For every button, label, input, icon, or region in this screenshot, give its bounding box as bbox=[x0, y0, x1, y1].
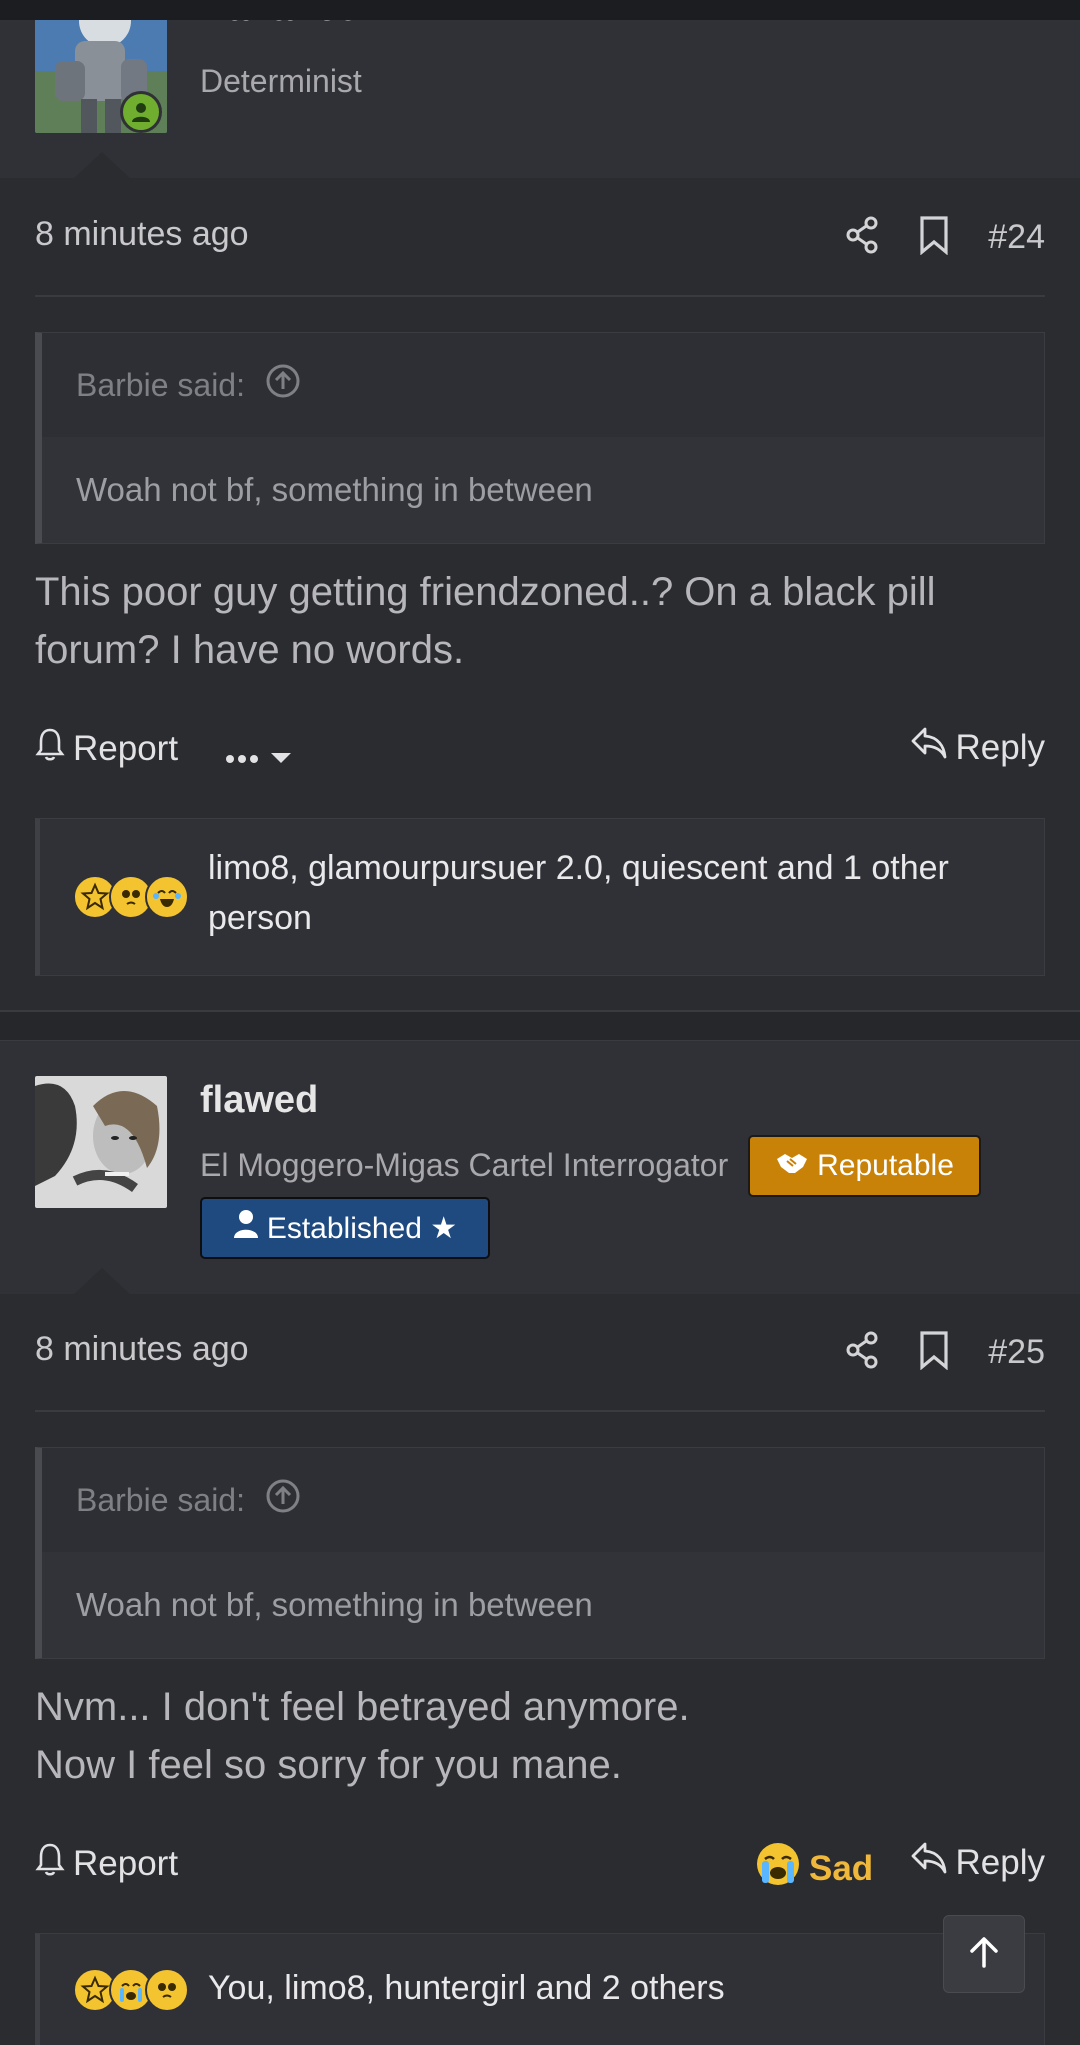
post-24-body: This poor guy getting friendzoned..? On … bbox=[35, 563, 1045, 679]
post-24-quote: Barbie said: Woah not bf, something in b… bbox=[35, 332, 1045, 544]
crying-face-icon bbox=[755, 1841, 801, 1896]
established-badge-label: Established ★ bbox=[266, 1211, 458, 1245]
reply-label: Reply bbox=[955, 1842, 1045, 1882]
post-date[interactable]: 8 minutes ago bbox=[35, 1330, 249, 1369]
bell-icon bbox=[35, 1841, 65, 1886]
share-icon[interactable] bbox=[844, 215, 880, 260]
divider bbox=[35, 1410, 1045, 1412]
report-label: Report bbox=[73, 1843, 179, 1883]
bell-icon bbox=[35, 726, 65, 771]
pleading-face-emoji-icon bbox=[145, 1968, 189, 2012]
user-title: El Moggero-Migas Cartel Interrogator bbox=[200, 1147, 729, 1183]
more-options-button[interactable] bbox=[225, 734, 293, 774]
ellipsis-icon bbox=[225, 734, 261, 774]
post-25-quote: Barbie said: Woah not bf, something in b… bbox=[35, 1447, 1045, 1659]
post-25-actions: Report Sad Reply bbox=[35, 1835, 1045, 1895]
handshake-icon bbox=[775, 1149, 809, 1183]
jump-to-quote-icon[interactable] bbox=[265, 1478, 301, 1522]
divider bbox=[35, 295, 1045, 297]
reply-button[interactable]: Reply bbox=[910, 1841, 1045, 1884]
reputable-badge[interactable]: Reputable bbox=[748, 1135, 981, 1197]
quote-header[interactable]: Barbie said: bbox=[42, 333, 1044, 437]
post-25-body: Nvm... I don't feel betrayed anymore. No… bbox=[35, 1678, 1045, 1794]
post-body-line: Now I feel so sorry for you mane. bbox=[35, 1743, 622, 1787]
bw-photo-avatar-image bbox=[35, 1076, 167, 1208]
header-pointer bbox=[72, 1268, 132, 1296]
reaction-summary[interactable]: You, limo8, huntergirl and 2 others bbox=[208, 1963, 725, 2013]
reply-button[interactable]: Reply bbox=[910, 726, 1045, 769]
share-icon[interactable] bbox=[844, 1330, 880, 1375]
quote-header[interactable]: Barbie said: bbox=[42, 1448, 1044, 1552]
post-24-meta: 8 minutes ago #24 bbox=[35, 207, 1045, 267]
post-date[interactable]: 8 minutes ago bbox=[35, 215, 249, 254]
user-icon bbox=[233, 1209, 259, 1247]
reaction-summary[interactable]: limo8, glamourpursuer 2.0, quiescent and… bbox=[208, 843, 949, 943]
post-24-actions: Report Reply bbox=[35, 720, 1045, 780]
quote-text: Woah not bf, something in between bbox=[42, 1552, 1044, 1658]
arrow-up-icon bbox=[964, 1932, 1004, 1977]
header-pointer bbox=[72, 152, 132, 180]
chevron-down-icon bbox=[269, 734, 293, 774]
bookmark-icon[interactable] bbox=[918, 1330, 950, 1375]
post-gap bbox=[0, 1012, 1080, 1040]
established-badge[interactable]: Established ★ bbox=[200, 1197, 490, 1259]
quote-author: Barbie said: bbox=[76, 1481, 245, 1518]
reaction-emojis bbox=[73, 875, 189, 919]
reaction-summary-line: You, limo8, huntergirl and 2 others bbox=[208, 1969, 725, 2007]
sad-reaction-button[interactable]: Sad bbox=[755, 1841, 873, 1896]
avatar[interactable] bbox=[35, 1076, 167, 1208]
post-number[interactable]: #25 bbox=[988, 1333, 1045, 1372]
username[interactable]: flawed bbox=[200, 1079, 318, 1122]
reputable-badge-label: Reputable bbox=[817, 1149, 954, 1182]
post-number[interactable]: #24 bbox=[988, 218, 1045, 257]
post-24-reactions[interactable]: limo8, glamourpursuer 2.0, quiescent and… bbox=[35, 818, 1045, 976]
reaction-summary-line: person bbox=[208, 899, 312, 937]
quote-text: Woah not bf, something in between bbox=[42, 437, 1044, 543]
bookmark-icon[interactable] bbox=[918, 215, 950, 260]
report-button[interactable]: Report bbox=[35, 726, 178, 771]
post-24-user-header: fraflancel Determinist bbox=[0, 0, 1080, 180]
post-25-reactions[interactable]: You, limo8, huntergirl and 2 others bbox=[35, 1933, 1045, 2045]
quote-author: Barbie said: bbox=[76, 366, 245, 403]
user-title: Determinist bbox=[200, 63, 362, 99]
reply-icon bbox=[910, 726, 948, 769]
browser-top-edge bbox=[0, 0, 1080, 20]
post-25-meta: 8 minutes ago #25 bbox=[35, 1322, 1045, 1382]
report-button[interactable]: Report bbox=[35, 1841, 178, 1886]
reply-label: Reply bbox=[955, 727, 1045, 767]
joy-emoji-icon bbox=[145, 875, 189, 919]
post-body-line: This poor guy getting friendzoned..? On … bbox=[35, 570, 936, 614]
reaction-summary-line: limo8, glamourpursuer 2.0, quiescent and… bbox=[208, 849, 949, 887]
post-body-line: Nvm... I don't feel betrayed anymore. bbox=[35, 1685, 690, 1729]
online-status-icon bbox=[120, 91, 162, 133]
post-body-line: forum? I have no words. bbox=[35, 628, 465, 672]
sad-reaction-label: Sad bbox=[809, 1848, 874, 1888]
post-25-user-header: flawed El Moggero-Migas Cartel Interroga… bbox=[0, 1040, 1080, 1296]
scroll-to-top-button[interactable] bbox=[943, 1915, 1025, 1993]
reply-icon bbox=[910, 1841, 948, 1884]
jump-to-quote-icon[interactable] bbox=[265, 363, 301, 407]
report-label: Report bbox=[73, 728, 179, 768]
reaction-emojis bbox=[73, 1968, 189, 2012]
